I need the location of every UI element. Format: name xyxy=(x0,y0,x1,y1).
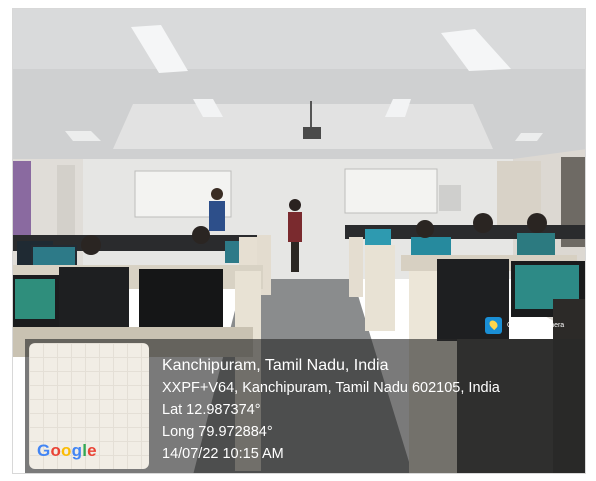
longitude-text: Long 79.972884° xyxy=(162,424,273,440)
latitude-text: Lat 12.987374° xyxy=(162,402,261,418)
place-name: Kanchipuram, Tamil Nadu, India xyxy=(162,357,389,374)
map-thumbnail: Google xyxy=(29,343,149,469)
location-info: Kanchipuram, Tamil Nadu, India XXPF+V64,… xyxy=(162,355,500,465)
gps-map-camera-badge: GPS Map Camera xyxy=(485,317,564,334)
location-overlay: Google Kanchipuram, Tamil Nadu, India XX… xyxy=(25,339,585,473)
gps-map-camera-icon xyxy=(485,317,502,334)
timestamp-text: 14/07/22 10:15 AM xyxy=(162,446,284,462)
photo-frame: GPS Map Camera Google Kanchipuram, Tamil… xyxy=(12,8,586,474)
address-text: XXPF+V64, Kanchipuram, Tamil Nadu 602105… xyxy=(162,380,500,396)
google-logo: Google xyxy=(37,441,97,460)
badge-label: GPS Map Camera xyxy=(507,322,565,329)
